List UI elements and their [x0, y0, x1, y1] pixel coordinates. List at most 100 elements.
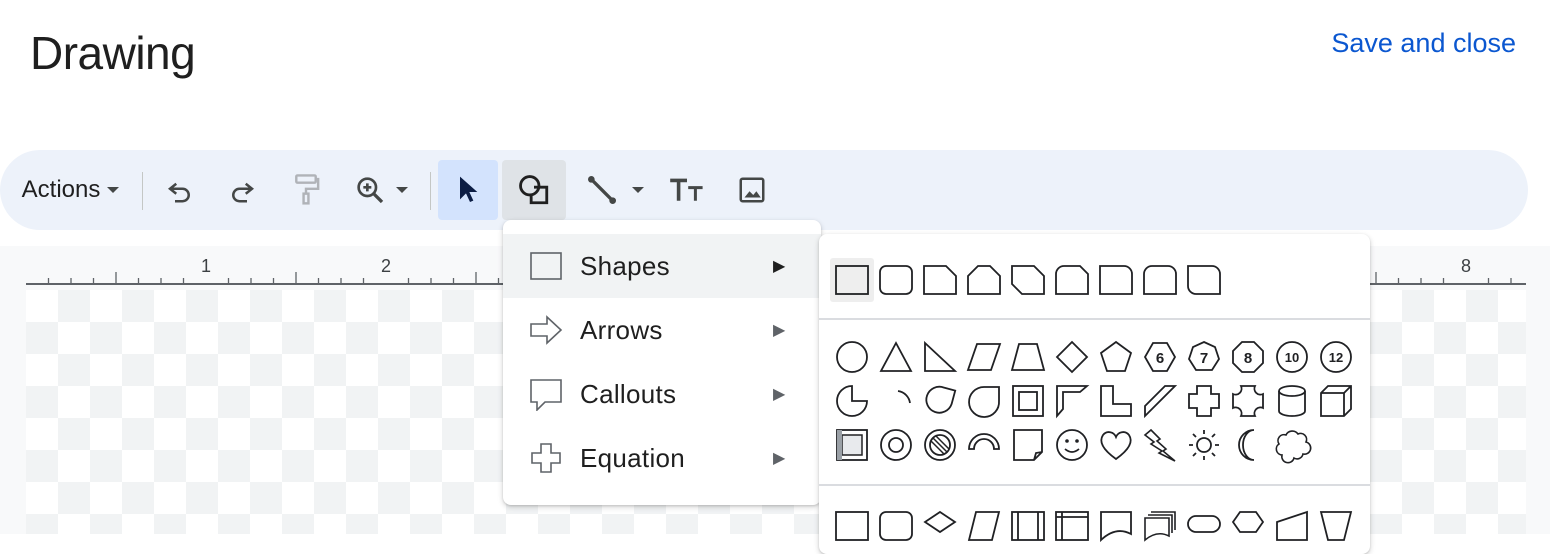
heart-shape[interactable]	[1094, 423, 1138, 467]
shape-badge-6: 6	[1156, 350, 1164, 367]
corner-shape[interactable]	[1094, 379, 1138, 423]
image-icon	[739, 177, 765, 203]
shape-icon	[519, 175, 549, 205]
submenu-arrow-icon: ▶	[773, 450, 786, 467]
menu-item-arrows[interactable]: Arrows ▶	[503, 298, 821, 362]
shape-badge-12: 12	[1329, 350, 1343, 365]
flowchart-decision-shape[interactable]	[918, 502, 962, 546]
shape-badge-8: 8	[1244, 350, 1252, 367]
plaque-shape[interactable]	[1226, 379, 1270, 423]
rectangle-shape[interactable]	[830, 258, 874, 302]
shape-badge-10: 10	[1285, 350, 1299, 365]
teardrop-shape[interactable]	[918, 379, 962, 423]
smiley-face-shape[interactable]	[1050, 423, 1094, 467]
parallelogram-shape[interactable]	[962, 335, 1006, 379]
submenu-arrow-icon: ▶	[773, 322, 786, 339]
rounded-rectangle-shape[interactable]	[874, 258, 918, 302]
flowchart-manual-operation-shape[interactable]	[1314, 502, 1358, 546]
dropdown-caret-icon	[632, 187, 644, 193]
frame-shape[interactable]	[1006, 379, 1050, 423]
menu-item-shapes[interactable]: Shapes ▶	[503, 234, 821, 298]
round-diagonal-rectangle-shape[interactable]	[1182, 258, 1226, 302]
select-tool-button[interactable]	[438, 160, 498, 220]
triangle-shape[interactable]	[874, 335, 918, 379]
save-and-close-button[interactable]: Save and close	[1331, 28, 1516, 59]
octagon-shape[interactable]: 8	[1226, 335, 1270, 379]
menu-item-callouts[interactable]: Callouts ▶	[503, 362, 821, 426]
dodecagon-shape[interactable]: 12	[1314, 335, 1358, 379]
flowchart-data-shape[interactable]	[962, 502, 1006, 546]
line-icon	[588, 176, 616, 204]
heptagon-shape[interactable]: 6	[1138, 335, 1182, 379]
arc-shape[interactable]	[874, 379, 918, 423]
shape-type-menu: Shapes ▶ Arrows ▶ Callouts ▶ Equation ▶	[503, 220, 821, 505]
menu-item-label: Equation	[580, 442, 686, 473]
snip-same-side-rectangle-shape[interactable]	[962, 258, 1006, 302]
oval-shape[interactable]	[830, 335, 874, 379]
round-same-side-rectangle-shape[interactable]	[1138, 258, 1182, 302]
right-triangle-shape[interactable]	[918, 335, 962, 379]
callout-outline-icon	[530, 379, 562, 411]
plus-shape[interactable]	[1182, 379, 1226, 423]
plus-outline-icon	[531, 443, 561, 473]
submenu-arrow-icon: ▶	[773, 258, 786, 275]
flowchart-predefined-process-shape[interactable]	[1006, 502, 1050, 546]
septagon-shape[interactable]: 7	[1182, 335, 1226, 379]
diamond-shape[interactable]	[1050, 335, 1094, 379]
flowchart-multidocument-shape[interactable]	[1138, 502, 1182, 546]
half-frame-shape[interactable]	[1050, 379, 1094, 423]
text-box-button[interactable]	[662, 160, 712, 220]
ruler-label-8: 8	[1461, 256, 1471, 276]
actions-menu-button[interactable]: Actions	[10, 160, 132, 220]
snip-diagonal-rectangle-shape[interactable]	[1006, 258, 1050, 302]
menu-item-label: Arrows	[580, 314, 663, 345]
snip-round-rectangle-shape[interactable]	[1050, 258, 1094, 302]
donut-shape[interactable]	[874, 423, 918, 467]
block-arc-shape[interactable]	[962, 423, 1006, 467]
trapezoid-shape[interactable]	[1006, 335, 1050, 379]
undo-icon	[167, 182, 190, 203]
redo-icon	[232, 182, 255, 203]
ruler-label-1: 1	[201, 256, 211, 276]
dropdown-caret-icon	[396, 187, 408, 193]
chord-shape[interactable]	[962, 379, 1006, 423]
moon-shape[interactable]	[1226, 423, 1270, 467]
flowchart-preparation-shape[interactable]	[1226, 502, 1270, 546]
undo-button[interactable]	[154, 160, 206, 220]
shape-tool-button[interactable]	[502, 160, 566, 220]
lightning-bolt-shape[interactable]	[1138, 423, 1182, 467]
bevel-shape[interactable]	[830, 423, 874, 467]
decagon-shape[interactable]: 10	[1270, 335, 1314, 379]
diagonal-stripe-shape[interactable]	[1138, 379, 1182, 423]
pentagon-shape[interactable]	[1094, 335, 1138, 379]
cloud-shape[interactable]	[1270, 423, 1314, 467]
pie-shape[interactable]	[830, 379, 874, 423]
toolbar-divider	[142, 172, 143, 210]
sun-shape[interactable]	[1182, 423, 1226, 467]
zoom-button[interactable]	[344, 160, 420, 220]
no-symbol-shape[interactable]	[918, 423, 962, 467]
shape-badge-7: 7	[1200, 350, 1208, 367]
redo-button[interactable]	[216, 160, 268, 220]
flowchart-document-shape[interactable]	[1094, 502, 1138, 546]
cube-shape[interactable]	[1314, 379, 1358, 423]
page-title: Drawing	[30, 27, 196, 79]
toolbar-divider	[430, 172, 431, 210]
flowchart-internal-storage-shape[interactable]	[1050, 502, 1094, 546]
palette-divider	[819, 318, 1370, 320]
menu-item-equation[interactable]: Equation ▶	[503, 426, 821, 490]
paint-format-button[interactable]	[280, 160, 332, 220]
folded-corner-shape[interactable]	[1006, 423, 1050, 467]
line-tool-button[interactable]	[576, 160, 656, 220]
insert-image-button[interactable]	[726, 160, 778, 220]
square-outline-icon	[530, 252, 562, 280]
snip-corner-rectangle-shape[interactable]	[918, 258, 962, 302]
flowchart-process-shape[interactable]	[830, 502, 874, 546]
can-shape[interactable]	[1270, 379, 1314, 423]
flowchart-alternate-process-shape[interactable]	[874, 502, 918, 546]
submenu-arrow-icon: ▶	[773, 386, 786, 403]
round-single-corner-rectangle-shape[interactable]	[1094, 258, 1138, 302]
dropdown-caret-icon	[107, 187, 120, 193]
flowchart-manual-input-shape[interactable]	[1270, 502, 1314, 546]
flowchart-terminator-shape[interactable]	[1182, 502, 1226, 546]
